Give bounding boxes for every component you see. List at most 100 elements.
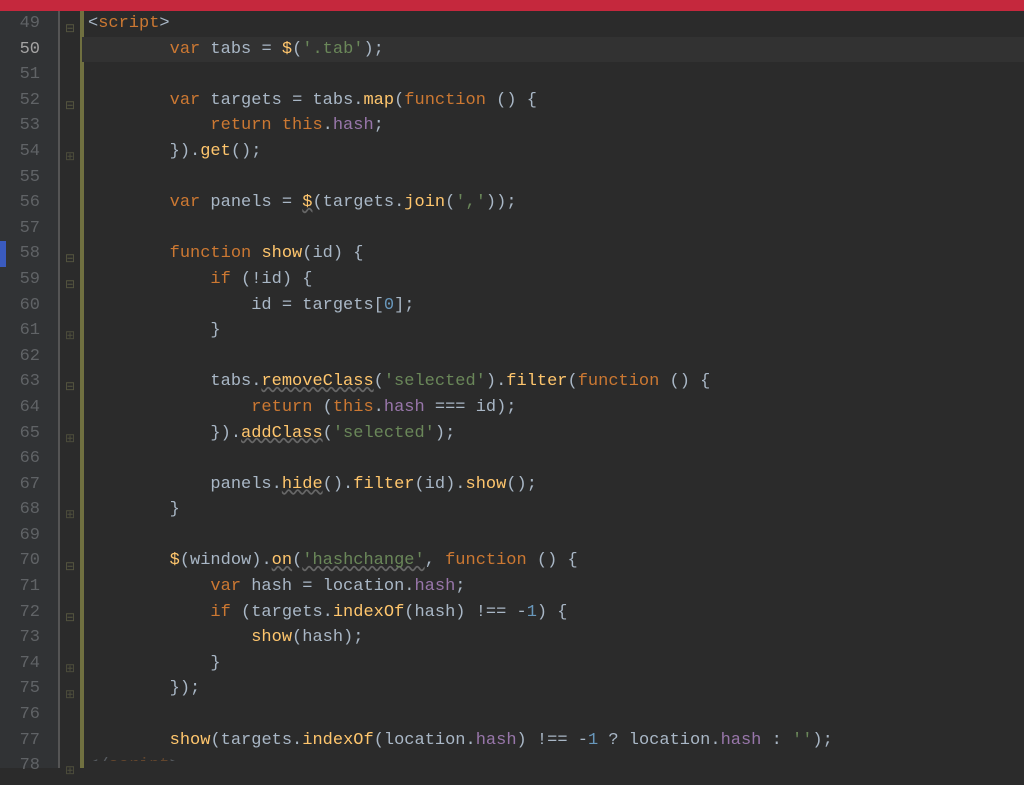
line-number[interactable]: 58 bbox=[0, 241, 58, 267]
code-token: function bbox=[170, 244, 252, 263]
line-number[interactable]: 62 bbox=[0, 344, 58, 370]
line-number[interactable]: 65 bbox=[0, 421, 58, 447]
code-line[interactable]: return (this.hash === id); bbox=[82, 395, 1024, 421]
fold-close-icon[interactable]: ⊞ bbox=[64, 657, 76, 683]
line-number-gutter[interactable]: 4950515253545556575859606162636465666768… bbox=[0, 11, 58, 768]
code-editor[interactable]: 4950515253545556575859606162636465666768… bbox=[0, 11, 1024, 768]
code-token: ; bbox=[374, 116, 384, 135]
window-titlebar[interactable] bbox=[0, 0, 1024, 11]
code-line[interactable]: } bbox=[82, 651, 1024, 677]
code-line[interactable]: if (!id) { bbox=[82, 267, 1024, 293]
code-line[interactable]: tabs.removeClass('selected').filter(func… bbox=[82, 369, 1024, 395]
fold-open-icon[interactable]: ⊟ bbox=[64, 273, 76, 299]
fold-open-icon[interactable]: ⊟ bbox=[64, 606, 76, 632]
line-number[interactable]: 49 bbox=[0, 11, 58, 37]
code-token: filter bbox=[506, 372, 567, 391]
line-number[interactable]: 71 bbox=[0, 574, 58, 600]
line-number[interactable]: 77 bbox=[0, 728, 58, 754]
line-number[interactable]: 74 bbox=[0, 651, 58, 677]
line-number[interactable]: 64 bbox=[0, 395, 58, 421]
line-number[interactable]: 50 bbox=[0, 37, 58, 63]
code-line[interactable]: } bbox=[82, 497, 1024, 523]
code-token: $ bbox=[302, 193, 312, 212]
line-number[interactable]: 61 bbox=[0, 318, 58, 344]
code-token: (); bbox=[231, 142, 262, 161]
code-line[interactable] bbox=[82, 446, 1024, 472]
fold-close-icon[interactable]: ⊞ bbox=[64, 427, 76, 453]
fold-open-icon[interactable]: ⊟ bbox=[64, 17, 76, 43]
code-line[interactable]: var hash = location.hash; bbox=[82, 574, 1024, 600]
code-line[interactable]: var panels = $(targets.join(',')); bbox=[82, 190, 1024, 216]
code-token: ); bbox=[435, 424, 455, 443]
line-number[interactable]: 51 bbox=[0, 62, 58, 88]
line-number[interactable]: 69 bbox=[0, 523, 58, 549]
line-number[interactable]: 56 bbox=[0, 190, 58, 216]
code-line[interactable]: return this.hash; bbox=[82, 113, 1024, 139]
code-token: get bbox=[200, 142, 231, 161]
code-token: panels. bbox=[210, 475, 281, 494]
code-line[interactable]: show(hash); bbox=[82, 625, 1024, 651]
code-token: hash bbox=[476, 731, 517, 750]
code-token: } bbox=[210, 654, 220, 673]
code-line[interactable] bbox=[82, 344, 1024, 370]
code-token: 'selected' bbox=[333, 424, 435, 443]
code-token: }). bbox=[210, 424, 241, 443]
code-line[interactable]: panels.hide().filter(id).show(); bbox=[82, 472, 1024, 498]
code-line[interactable] bbox=[82, 702, 1024, 728]
code-line[interactable]: <script> bbox=[82, 11, 1024, 37]
line-number[interactable]: 55 bbox=[0, 165, 58, 191]
code-token: tabs. bbox=[210, 372, 261, 391]
code-line[interactable]: }); bbox=[82, 676, 1024, 702]
code-line[interactable]: id = targets[0]; bbox=[82, 293, 1024, 319]
fold-close-icon[interactable]: ⊞ bbox=[64, 324, 76, 350]
code-line[interactable]: </script> bbox=[82, 753, 1024, 761]
code-line[interactable]: }).addClass('selected'); bbox=[82, 421, 1024, 447]
line-number[interactable]: 53 bbox=[0, 113, 58, 139]
code-line[interactable]: $(window).on('hashchange', function () { bbox=[82, 548, 1024, 574]
fold-open-icon[interactable]: ⊟ bbox=[64, 555, 76, 581]
code-line[interactable] bbox=[82, 216, 1024, 242]
line-number[interactable]: 72 bbox=[0, 600, 58, 626]
fold-column[interactable]: ⊟⊟⊞⊟⊟⊞⊟⊞⊞⊟⊟⊞⊞⊞ bbox=[58, 11, 82, 768]
code-line[interactable]: var tabs = $('.tab'); bbox=[82, 37, 1024, 63]
code-line[interactable] bbox=[82, 62, 1024, 88]
code-token: }). bbox=[170, 142, 201, 161]
fold-close-icon[interactable]: ⊞ bbox=[64, 683, 76, 709]
line-number[interactable]: 78 bbox=[0, 753, 58, 779]
fold-close-icon[interactable]: ⊞ bbox=[64, 759, 76, 785]
fold-close-icon[interactable]: ⊞ bbox=[64, 145, 76, 171]
line-number[interactable]: 54 bbox=[0, 139, 58, 165]
fold-close-icon[interactable]: ⊞ bbox=[64, 503, 76, 529]
line-number[interactable]: 59 bbox=[0, 267, 58, 293]
code-line[interactable]: function show(id) { bbox=[82, 241, 1024, 267]
code-line[interactable]: show(targets.indexOf(location.hash) !== … bbox=[82, 728, 1024, 754]
code-token: ); bbox=[363, 40, 383, 59]
code-line[interactable] bbox=[82, 523, 1024, 549]
line-number[interactable]: 60 bbox=[0, 293, 58, 319]
line-number[interactable]: 75 bbox=[0, 676, 58, 702]
fold-open-icon[interactable]: ⊟ bbox=[64, 375, 76, 401]
code-token: $ bbox=[282, 40, 292, 59]
line-number[interactable]: 67 bbox=[0, 472, 58, 498]
line-number[interactable]: 76 bbox=[0, 702, 58, 728]
code-token: () { bbox=[527, 551, 578, 570]
code-line[interactable]: } bbox=[82, 318, 1024, 344]
line-number[interactable]: 57 bbox=[0, 216, 58, 242]
line-number[interactable]: 52 bbox=[0, 88, 58, 114]
line-number[interactable]: 63 bbox=[0, 369, 58, 395]
code-line[interactable]: if (targets.indexOf(hash) !== -1) { bbox=[82, 600, 1024, 626]
line-number[interactable]: 73 bbox=[0, 625, 58, 651]
code-line[interactable]: var targets = tabs.map(function () { bbox=[82, 88, 1024, 114]
code-line[interactable]: }).get(); bbox=[82, 139, 1024, 165]
fold-open-icon[interactable]: ⊟ bbox=[64, 94, 76, 120]
line-number[interactable]: 70 bbox=[0, 548, 58, 574]
line-number[interactable]: 66 bbox=[0, 446, 58, 472]
code-token bbox=[272, 116, 282, 135]
code-token: } bbox=[170, 500, 180, 519]
code-token: removeClass bbox=[261, 372, 373, 391]
code-area[interactable]: <script> var tabs = $('.tab'); var targe… bbox=[82, 11, 1024, 768]
code-line[interactable] bbox=[82, 165, 1024, 191]
code-token: : bbox=[761, 731, 792, 750]
fold-open-icon[interactable]: ⊟ bbox=[64, 247, 76, 273]
line-number[interactable]: 68 bbox=[0, 497, 58, 523]
